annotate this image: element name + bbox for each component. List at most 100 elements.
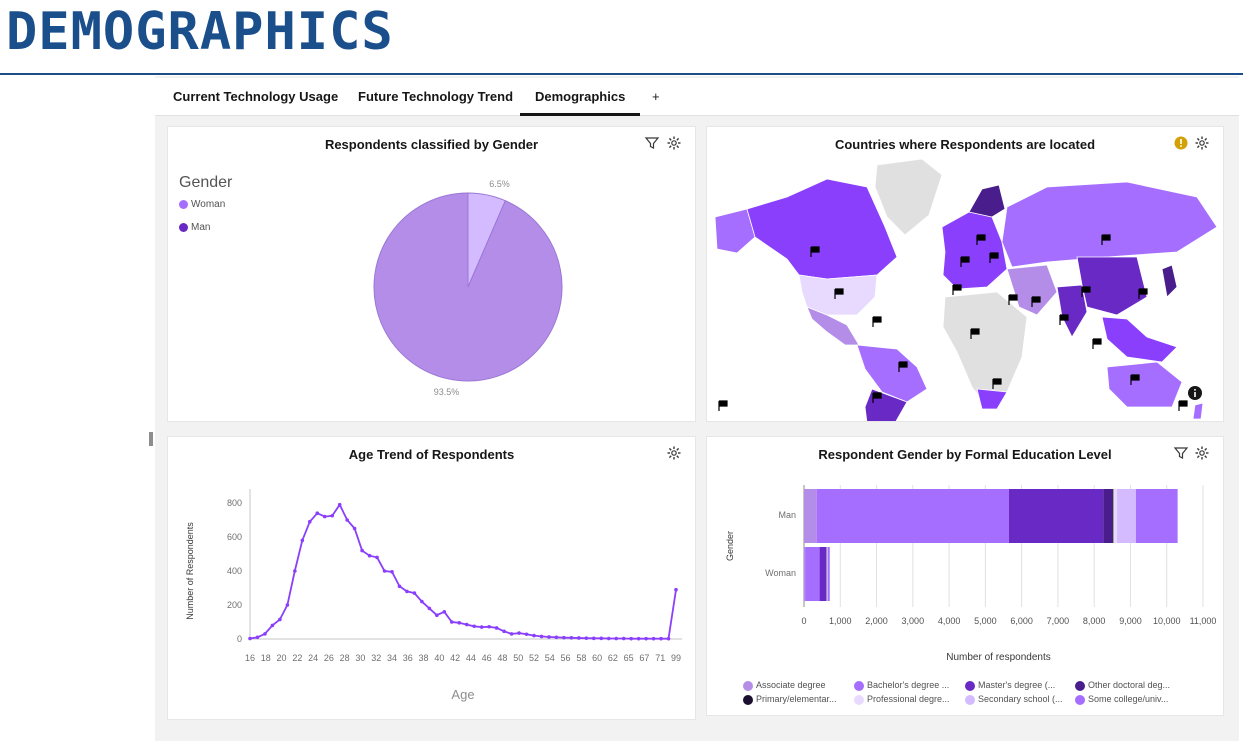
data-point[interactable]	[263, 632, 267, 636]
data-point[interactable]	[427, 606, 432, 611]
data-point[interactable]	[352, 526, 357, 531]
data-point[interactable]	[472, 624, 477, 629]
settings-icon[interactable]	[666, 135, 682, 151]
bar-segment[interactable]	[804, 547, 806, 601]
data-point[interactable]	[554, 635, 559, 640]
settings-icon[interactable]	[1194, 135, 1210, 151]
data-point[interactable]	[487, 624, 491, 629]
bar-segment[interactable]	[1008, 489, 1104, 543]
data-point[interactable]	[532, 633, 536, 638]
data-point[interactable]	[285, 603, 290, 607]
bar-segment[interactable]	[1103, 489, 1113, 543]
data-point[interactable]	[412, 591, 417, 595]
data-point[interactable]	[367, 553, 372, 558]
data-point[interactable]	[322, 514, 327, 519]
data-point[interactable]	[666, 636, 671, 641]
bar-segment[interactable]	[805, 547, 820, 601]
data-point[interactable]	[330, 513, 335, 518]
bar-segment[interactable]	[827, 547, 830, 601]
data-point[interactable]	[382, 569, 387, 573]
data-point[interactable]	[599, 636, 604, 641]
tab-current-technology-usage[interactable]: Current Technology Usage	[173, 78, 338, 116]
legend-item-woman[interactable]: Woman	[179, 199, 225, 210]
data-point[interactable]	[345, 518, 349, 522]
data-point[interactable]	[420, 599, 424, 604]
settings-icon[interactable]	[1194, 445, 1210, 461]
legend-item[interactable]: Bachelor's degree ...	[854, 680, 949, 691]
data-point[interactable]	[435, 613, 439, 617]
data-point[interactable]	[569, 636, 574, 640]
data-point[interactable]	[464, 622, 469, 627]
data-point[interactable]	[539, 634, 544, 639]
settings-icon[interactable]	[666, 445, 682, 461]
filter-icon[interactable]	[1173, 445, 1189, 461]
data-point[interactable]	[337, 502, 342, 507]
add-tab-button[interactable]: +	[652, 78, 660, 116]
data-point[interactable]	[547, 635, 551, 639]
data-point[interactable]	[479, 625, 484, 629]
data-point[interactable]	[644, 636, 648, 641]
data-point[interactable]	[674, 587, 678, 592]
y-tick-label: 0	[237, 634, 242, 644]
warning-icon[interactable]	[1173, 135, 1189, 151]
map-region-australia	[1106, 361, 1183, 408]
data-point[interactable]	[390, 570, 394, 574]
pie-slice-man[interactable]	[373, 192, 563, 382]
data-point[interactable]	[584, 636, 589, 640]
data-point[interactable]	[606, 636, 611, 641]
data-point[interactable]	[255, 635, 260, 640]
data-point[interactable]	[651, 636, 656, 641]
data-point[interactable]	[307, 519, 312, 524]
bar-segment[interactable]	[816, 489, 1009, 543]
data-point[interactable]	[293, 569, 297, 573]
data-point[interactable]	[629, 636, 633, 641]
legend-item[interactable]: Associate degree	[743, 680, 826, 691]
data-point[interactable]	[502, 629, 506, 634]
data-point[interactable]	[248, 636, 252, 641]
bar-segment[interactable]	[1113, 489, 1118, 543]
data-point[interactable]	[315, 511, 320, 515]
legend-item[interactable]: Master's degree (...	[965, 680, 1055, 691]
data-point[interactable]	[636, 636, 641, 641]
legend-item[interactable]: Other doctoral deg...	[1075, 680, 1170, 691]
data-point[interactable]	[577, 636, 581, 640]
bar-segment[interactable]	[1117, 489, 1136, 543]
map-region-europe	[941, 211, 1008, 290]
bar-segment[interactable]	[1135, 489, 1178, 543]
legend-item[interactable]: Some college/univ...	[1075, 694, 1168, 705]
bar-segment[interactable]	[827, 547, 828, 601]
data-point[interactable]	[614, 636, 619, 641]
data-point[interactable]	[270, 623, 275, 628]
data-point[interactable]	[591, 636, 596, 641]
data-point[interactable]	[278, 617, 282, 622]
data-point[interactable]	[360, 548, 364, 553]
legend-item[interactable]: Primary/elementar...	[743, 694, 837, 705]
data-point[interactable]	[494, 626, 499, 630]
filter-icon[interactable]	[644, 135, 660, 151]
data-point[interactable]	[449, 620, 454, 624]
info-icon[interactable]	[1187, 385, 1203, 401]
data-point[interactable]	[524, 632, 529, 637]
data-point[interactable]	[300, 538, 305, 543]
data-point[interactable]	[457, 621, 462, 625]
data-point[interactable]	[517, 631, 521, 635]
world-map[interactable]	[707, 157, 1224, 422]
legend-item[interactable]: Professional degre...	[854, 694, 950, 705]
panel-resize-handle[interactable]	[149, 432, 153, 446]
legend-item[interactable]: Secondary school (...	[965, 694, 1063, 705]
data-point[interactable]	[562, 635, 566, 640]
legend-item-man[interactable]: Man	[179, 222, 210, 233]
data-point[interactable]	[397, 584, 402, 589]
data-point[interactable]	[621, 636, 626, 641]
data-point[interactable]	[509, 632, 514, 636]
data-point[interactable]	[405, 589, 409, 594]
data-point[interactable]	[442, 610, 447, 614]
data-point[interactable]	[659, 636, 663, 641]
data-point[interactable]	[375, 555, 379, 560]
age-series-line[interactable]	[249, 502, 677, 640]
tab-demographics[interactable]: Demographics	[520, 78, 641, 116]
bar-segment[interactable]	[804, 489, 817, 543]
tab-future-technology-trend[interactable]: Future Technology Trend	[358, 78, 513, 116]
bar-segment[interactable]	[1112, 489, 1114, 543]
bar-segment[interactable]	[819, 547, 827, 601]
